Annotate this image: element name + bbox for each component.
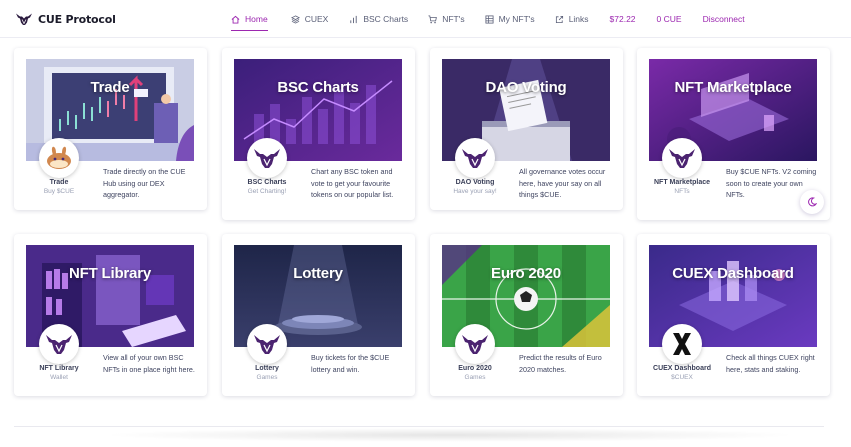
disconnect-button[interactable]: Disconnect (703, 0, 745, 38)
card-description: Predict the results of Euro 2020 matches… (519, 353, 602, 374)
top-navbar: CUE Protocol Home CUEX BSC Charts NFT's … (0, 0, 851, 38)
card-description: All governance votes occur here, have yo… (519, 167, 606, 199)
bull-icon (462, 335, 488, 354)
cart-icon (428, 14, 438, 23)
bull-logo-icon (16, 13, 32, 25)
cue-balance-value: 0 CUE (656, 14, 682, 24)
bull-icon (669, 149, 695, 168)
avatar (662, 324, 702, 364)
cue-price-value: $72.22 (609, 14, 636, 24)
nav-links-label: Links (568, 14, 589, 24)
card-description: View all of your own BSC NFTs in one pla… (103, 353, 195, 374)
avatar (247, 324, 287, 364)
card-name: NFT Library (39, 365, 79, 372)
bull-icon (46, 335, 72, 354)
avatar (39, 324, 79, 364)
card-dao-voting[interactable]: DAO Voting DAO Voting Have your say! All… (430, 48, 623, 210)
card-subtitle: Wallet (50, 374, 68, 381)
card-cuex-dashboard[interactable]: CUEX Dashboard CUEX Dashboard $CUEX Chec… (637, 234, 830, 396)
bull-icon (254, 335, 280, 354)
card-name: Euro 2020 (458, 365, 492, 372)
home-icon (231, 15, 240, 24)
brand[interactable]: CUE Protocol (15, 11, 116, 27)
nav-home[interactable]: Home (231, 0, 268, 38)
card-nft-marketplace[interactable]: NFT Marketplace NFT Marketplace NFTs Buy… (637, 48, 830, 220)
card-title: Euro 2020 (491, 265, 561, 282)
card-subtitle: Buy $CUE (43, 188, 75, 195)
footer-divider (14, 426, 824, 427)
card-description: Trade directly on the CUE Hub using our … (103, 167, 186, 199)
card-name: DAO Voting (455, 179, 495, 186)
card-title: Lottery (293, 265, 343, 282)
theme-toggle-button[interactable] (800, 190, 824, 214)
card-euro-2020[interactable]: Euro 2020 Euro 2020 Games Predict the re… (430, 234, 623, 396)
layers-icon (290, 14, 300, 24)
nav-bsc-charts[interactable]: BSC Charts (349, 0, 408, 38)
nav-my-nfts[interactable]: My NFT's (485, 0, 535, 38)
nav-nfts-label: NFT's (442, 14, 465, 24)
avatar (39, 138, 79, 178)
grid-list-icon (485, 14, 494, 24)
card-name: Lottery (255, 365, 279, 372)
cue-price: $72.22 (610, 0, 636, 38)
card-subtitle: NFTs (674, 188, 690, 195)
nav-bsc-charts-label: BSC Charts (363, 14, 409, 24)
external-link-icon (555, 15, 563, 23)
card-lottery[interactable]: Lottery Lottery Games Buy tickets for th… (222, 234, 415, 396)
card-title: NFT Marketplace (674, 79, 792, 96)
nav-cuex[interactable]: CUEX (290, 0, 329, 38)
card-subtitle: Get Charting! (247, 188, 287, 195)
card-title: BSC Charts (277, 79, 359, 96)
card-subtitle: $CUEX (671, 374, 693, 381)
avatar (455, 324, 495, 364)
card-description: Chart any BSC token and vote to get your… (311, 167, 394, 199)
card-subtitle: Have your say! (453, 188, 497, 195)
avatar (247, 138, 287, 178)
card-title: DAO Voting (485, 79, 567, 96)
moon-icon (808, 197, 817, 207)
x-icon (673, 333, 691, 355)
card-title: CUEX Dashboard (672, 265, 794, 282)
disconnect-label: Disconnect (702, 14, 745, 24)
card-description: Buy tickets for the $CUE lottery and win… (311, 353, 390, 374)
nav-my-nfts-label: My NFT's (498, 14, 535, 24)
avatar (455, 138, 495, 178)
avatar (662, 138, 702, 178)
card-nft-library[interactable]: NFT Library NFT Library Wallet View all … (14, 234, 207, 396)
card-subtitle: Games (464, 374, 486, 381)
card-name: NFT Marketplace (653, 179, 711, 186)
nav-cuex-label: CUEX (304, 14, 329, 24)
nav-nfts[interactable]: NFT's (428, 0, 465, 38)
pancake-icon (47, 146, 71, 169)
card-description: Check all things CUEX right here, stats … (726, 353, 815, 374)
nav-links[interactable]: Links (555, 0, 589, 38)
card-trade[interactable]: Trade Trade Buy $CUE Trade directly on t… (14, 48, 207, 210)
cue-balance: 0 CUE (657, 0, 682, 38)
bar-chart-icon (350, 15, 357, 23)
bull-icon (462, 149, 488, 168)
card-name: CUEX Dashboard (653, 365, 711, 372)
footer-shadow (100, 428, 800, 442)
nav-home-label: Home (245, 14, 268, 24)
card-title: NFT Library (69, 265, 151, 282)
card-subtitle: Games (256, 374, 278, 381)
brand-name: CUE Protocol (38, 12, 116, 26)
card-bsc-charts[interactable]: BSC Charts BSC Charts Get Charting! Char… (222, 48, 415, 220)
card-name: Trade (49, 179, 69, 186)
card-title: Trade (90, 79, 130, 96)
bull-icon (254, 149, 280, 168)
card-name: BSC Charts (247, 179, 287, 186)
